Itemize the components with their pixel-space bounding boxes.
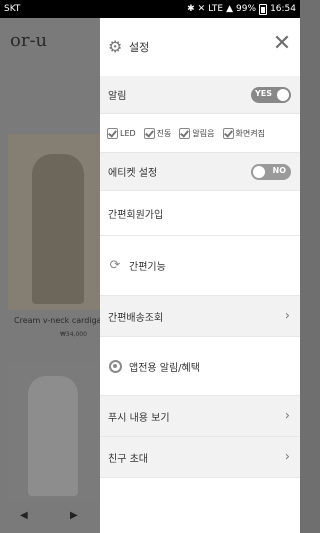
menu-item-label: 푸시 내용 보기 [108, 412, 170, 424]
carrier-label: SKT [4, 4, 21, 14]
toggle-label: NO [272, 165, 287, 175]
mute-icon: ✕ [197, 4, 206, 14]
app-benefits-item[interactable]: 앱전용 알림/혜택 [100, 337, 300, 396]
product-image [8, 134, 100, 310]
gear-icon: ⚙ [108, 37, 123, 56]
vibration-checkbox[interactable]: 진동 [143, 127, 172, 139]
checkbox-icon [179, 127, 191, 139]
screen-on-checkbox[interactable]: 화면켜짐 [222, 127, 265, 139]
menu-item-label: 간편배송조회 [108, 312, 164, 324]
clock: 16:54 [270, 4, 296, 14]
product-caption: Cream v-neck cardiga [14, 316, 100, 325]
notification-row: 알림 YES [100, 76, 300, 114]
notification-options-row: LED 진동 알림음 화면켜짐 [100, 114, 300, 153]
push-content-item[interactable]: 푸시 내용 보기 › [100, 396, 300, 437]
battery-icon [259, 3, 268, 15]
checkbox-label: 진동 [156, 128, 172, 138]
checkbox-label: LED [120, 128, 136, 138]
toggle-knob [253, 165, 265, 178]
refresh-icon: ⟳ [109, 258, 121, 273]
next-arrow-icon[interactable]: ▶ [70, 510, 78, 521]
sound-checkbox[interactable]: 알림음 [179, 127, 215, 139]
menu-item-label: 간편회원가입 [108, 209, 164, 221]
menu-item-label: 앱전용 알림/혜택 [129, 362, 200, 374]
checkbox-icon [222, 127, 234, 139]
app-logo: or-u [10, 30, 48, 51]
menu-item-label: 간편기능 [129, 262, 166, 273]
close-icon[interactable]: ✕ [272, 33, 292, 55]
chevron-right-icon: › [284, 449, 290, 465]
status-bar: SKT ✱ ✕ LTE ▲ 99% 16:54 [0, 0, 300, 18]
notification-toggle[interactable]: YES [251, 86, 291, 103]
background-app[interactable]: or-u Cream v-neck cardiga ₩34,000 ◀ ▶ [0, 18, 100, 533]
notification-label: 알림 [108, 91, 127, 102]
product-price: ₩34,000 [60, 331, 87, 338]
etiquette-toggle[interactable]: NO [251, 163, 291, 180]
battery-percent: 99% [236, 4, 257, 14]
easy-function-item[interactable]: ⟳ 간편기능 [100, 236, 300, 296]
signal-icon: ▲ [226, 4, 234, 14]
checkbox-label: 화면켜짐 [235, 128, 265, 138]
prev-arrow-icon[interactable]: ◀ [20, 510, 28, 521]
network-label: LTE [208, 4, 224, 14]
bluetooth-icon: ✱ [187, 4, 195, 14]
checkbox-icon [107, 127, 118, 139]
product-image [8, 364, 100, 500]
toggle-label: YES [255, 88, 273, 98]
settings-drawer: ⚙ 설정 ✕ 알림 YES LED 진동 알림음 화면켜짐 에티켓 설정 NO … [100, 18, 300, 533]
invite-friends-item[interactable]: 친구 초대 › [100, 437, 300, 478]
etiquette-row: 에티켓 설정 NO [100, 153, 300, 191]
checkbox-label: 알림음 [192, 128, 215, 138]
easy-signup-item[interactable]: 간편회원가입 [100, 191, 300, 236]
etiquette-label: 에티켓 설정 [108, 168, 158, 179]
delivery-tracking-item[interactable]: 간편배송조회 › [100, 296, 300, 337]
drawer-header: ⚙ 설정 ✕ [100, 18, 300, 76]
chevron-right-icon: › [284, 308, 290, 324]
drawer-title: 설정 [129, 41, 150, 54]
checkbox-icon [143, 127, 155, 139]
target-icon [108, 359, 122, 373]
toggle-knob [277, 88, 289, 101]
led-checkbox[interactable]: LED [107, 127, 136, 139]
chevron-right-icon: › [284, 408, 290, 424]
menu-item-label: 친구 초대 [108, 453, 148, 465]
status-icons: ✱ ✕ LTE ▲ 99% 16:54 [187, 3, 296, 15]
